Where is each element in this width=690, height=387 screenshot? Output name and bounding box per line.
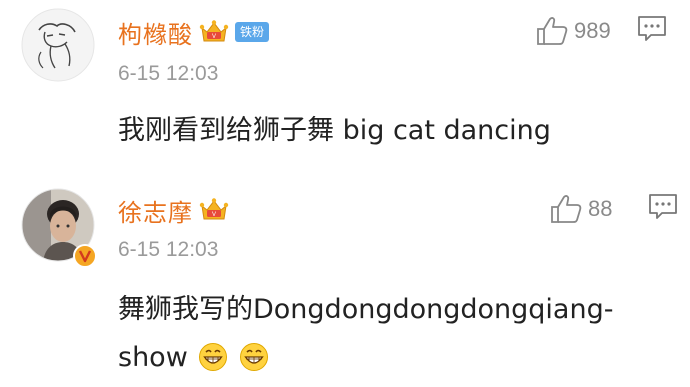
like-icon xyxy=(551,194,582,223)
like-count: 88 xyxy=(588,195,613,221)
like-count: 989 xyxy=(574,17,611,43)
svg-text:V: V xyxy=(212,34,216,40)
like-icon xyxy=(537,16,568,45)
reply-button[interactable] xyxy=(648,192,678,225)
avatar[interactable] xyxy=(21,8,95,82)
svg-text:V: V xyxy=(212,212,216,218)
comment-text-continued: show xyxy=(118,335,269,381)
timestamp: 6-15 12:03 xyxy=(118,238,219,261)
reply-icon xyxy=(637,16,666,41)
comment-actions: 989 xyxy=(536,14,667,47)
comment-text: 我刚看到给狮子舞 big cat dancing xyxy=(118,115,551,146)
grin-emoji-icon xyxy=(198,341,228,371)
fan-badge: 铁粉 xyxy=(235,22,270,42)
comment-text-line2: show xyxy=(118,342,188,373)
name-row: 枸橼酸 V 铁粉 xyxy=(118,15,270,50)
reply-icon xyxy=(649,194,678,219)
username[interactable]: 徐志摩 xyxy=(118,193,193,228)
like-button[interactable]: 88 xyxy=(550,194,612,224)
comment-1: 枸橼酸 V 铁粉 6-15 12:03 989 我刚看到给狮子舞 big cat… xyxy=(0,0,690,175)
comment-text: 舞狮我写的Dongdongdongdongqiang- xyxy=(118,294,614,325)
reply-button[interactable] xyxy=(637,14,667,47)
avatar[interactable] xyxy=(21,188,97,268)
name-row: 徐志摩 V xyxy=(118,193,229,228)
username[interactable]: 枸橼酸 xyxy=(118,15,193,50)
timestamp: 6-15 12:03 xyxy=(118,62,219,85)
grin-emoji-icon xyxy=(239,341,269,371)
comment-2: 徐志摩 V 6-15 12:03 88 舞狮我写的Dongdongdongdon… xyxy=(0,175,690,384)
vip-crown-icon: V xyxy=(199,19,229,45)
vip-crown-icon: V xyxy=(199,197,229,223)
comment-actions: 88 xyxy=(550,192,678,225)
verified-v-icon xyxy=(73,244,97,268)
like-button[interactable]: 989 xyxy=(536,16,611,46)
